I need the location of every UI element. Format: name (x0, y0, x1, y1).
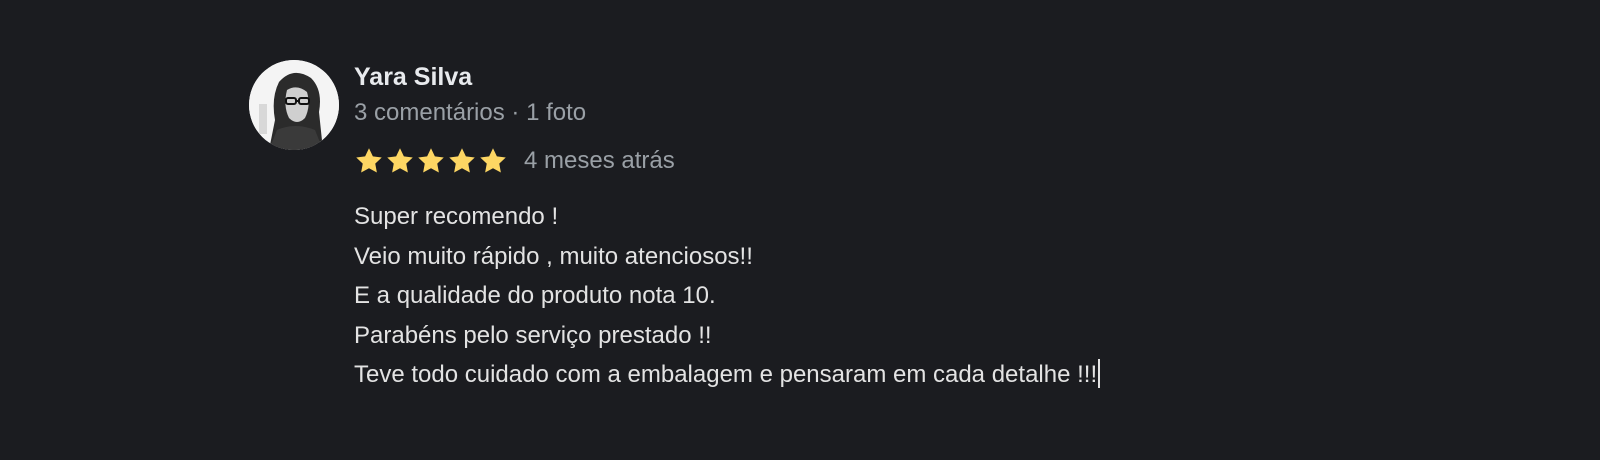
text-cursor (1098, 359, 1101, 388)
star-icon (480, 148, 506, 173)
review-text-line-last: Teve todo cuidado com a embalagem e pens… (354, 355, 1334, 395)
star-rating (354, 146, 508, 176)
review-text-line: Super recomendo ! (354, 203, 559, 230)
star-icon (418, 148, 444, 173)
avatar[interactable] (249, 60, 339, 150)
star-icon (449, 148, 475, 173)
rating-row: 4 meses atrás (354, 146, 1334, 176)
review-text-last: Teve todo cuidado com a embalagem e pens… (354, 361, 1098, 388)
star-icon (356, 148, 382, 173)
review-text: Super recomendo ! Veio muito rápido , mu… (354, 197, 1334, 395)
review-text-line: Parabéns pelo serviço prestado !! (354, 321, 712, 349)
review-text-line: Veio muito rápido , muito atenciosos!! (354, 242, 753, 270)
star-icon (387, 148, 413, 173)
author-name[interactable]: Yara Silva (354, 61, 1334, 93)
avatar-photo (249, 60, 339, 150)
review-content: Yara Silva 3 comentários · 1 foto 4 mese… (354, 60, 1334, 395)
author-stats[interactable]: 3 comentários · 1 foto (354, 97, 1334, 129)
review-text-line: E a qualidade do produto nota 10. (354, 282, 716, 309)
review-date: 4 meses atrás (524, 147, 675, 174)
